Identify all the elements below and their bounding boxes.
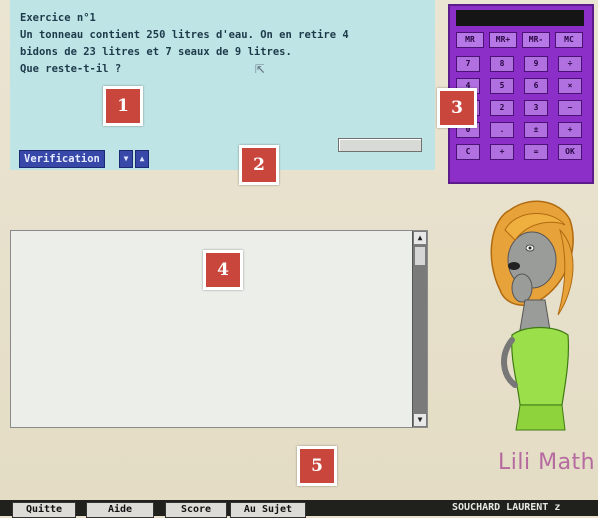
scroll-down-arrow-icon[interactable]: ▼ bbox=[414, 414, 426, 426]
mouse-cursor-icon: ⇱ bbox=[255, 58, 265, 77]
lili-math-brand: Lili Math bbox=[498, 450, 596, 475]
exercise-question: Que reste-t-il ? bbox=[20, 63, 122, 75]
app-screen: Exercice n°1 Un tonneau contient 250 lit… bbox=[0, 0, 598, 518]
verification-button[interactable]: Verification bbox=[19, 150, 105, 168]
memory-add-button[interactable]: MR+ bbox=[489, 32, 517, 48]
calc-key-ok[interactable]: OK bbox=[558, 144, 582, 160]
calc-key-equals[interactable]: = bbox=[524, 144, 548, 160]
work-area-scrollbar[interactable]: ▲ ▼ bbox=[412, 231, 427, 427]
exercise-line-2: bidons de 23 litres et 7 seaux de 9 litr… bbox=[20, 46, 292, 58]
calc-key-3[interactable]: 3 bbox=[524, 100, 548, 116]
calc-key-7[interactable]: 7 bbox=[456, 56, 480, 72]
calc-key-8[interactable]: 8 bbox=[490, 56, 514, 72]
calc-key-clear[interactable]: C bbox=[456, 144, 480, 160]
exercise-line-1: Un tonneau contient 250 litres d'eau. On… bbox=[20, 29, 349, 41]
calc-key-decimal[interactable]: . bbox=[490, 122, 514, 138]
exercise-title: Exercice n°1 bbox=[20, 12, 96, 24]
calc-key-plus[interactable]: + bbox=[558, 122, 582, 138]
scroll-up-arrow-icon[interactable]: ▲ bbox=[414, 232, 426, 244]
calculator-memory-row: MR MR+ MR- MC bbox=[456, 32, 586, 48]
callout-2: 2 bbox=[239, 145, 279, 185]
calc-key-multiply[interactable]: × bbox=[558, 78, 582, 94]
exercise-text: Exercice n°1 Un tonneau contient 250 lit… bbox=[20, 10, 349, 78]
memory-clear-button[interactable]: MC bbox=[555, 32, 583, 48]
calculator-display bbox=[456, 10, 584, 26]
calc-key-6[interactable]: 6 bbox=[524, 78, 548, 94]
exercise-panel: Exercice n°1 Un tonneau contient 250 lit… bbox=[10, 0, 435, 170]
user-name-label: SOUCHARD LAURENT z bbox=[452, 502, 561, 513]
callout-1: 1 bbox=[103, 86, 143, 126]
callout-4: 4 bbox=[203, 250, 243, 290]
scroll-thumb[interactable] bbox=[415, 247, 425, 265]
answer-input[interactable] bbox=[338, 138, 422, 152]
calc-key-sign[interactable]: ± bbox=[524, 122, 548, 138]
calc-key-minus[interactable]: − bbox=[558, 100, 582, 116]
callout-5: 5 bbox=[297, 446, 337, 486]
calc-key-divide[interactable]: ÷ bbox=[558, 56, 582, 72]
calc-key-2[interactable]: 2 bbox=[490, 100, 514, 116]
calc-key-5[interactable]: 5 bbox=[490, 78, 514, 94]
lili-mascot-illustration bbox=[490, 200, 574, 431]
memory-recall-button[interactable]: MR bbox=[456, 32, 484, 48]
memory-subtract-button[interactable]: MR- bbox=[522, 32, 550, 48]
callout-3: 3 bbox=[437, 88, 477, 128]
calc-key-9[interactable]: 9 bbox=[524, 56, 548, 72]
calc-key-add[interactable]: + bbox=[490, 144, 514, 160]
previous-arrow-button[interactable]: ▼ bbox=[119, 150, 133, 168]
next-arrow-button[interactable]: ▲ bbox=[135, 150, 149, 168]
